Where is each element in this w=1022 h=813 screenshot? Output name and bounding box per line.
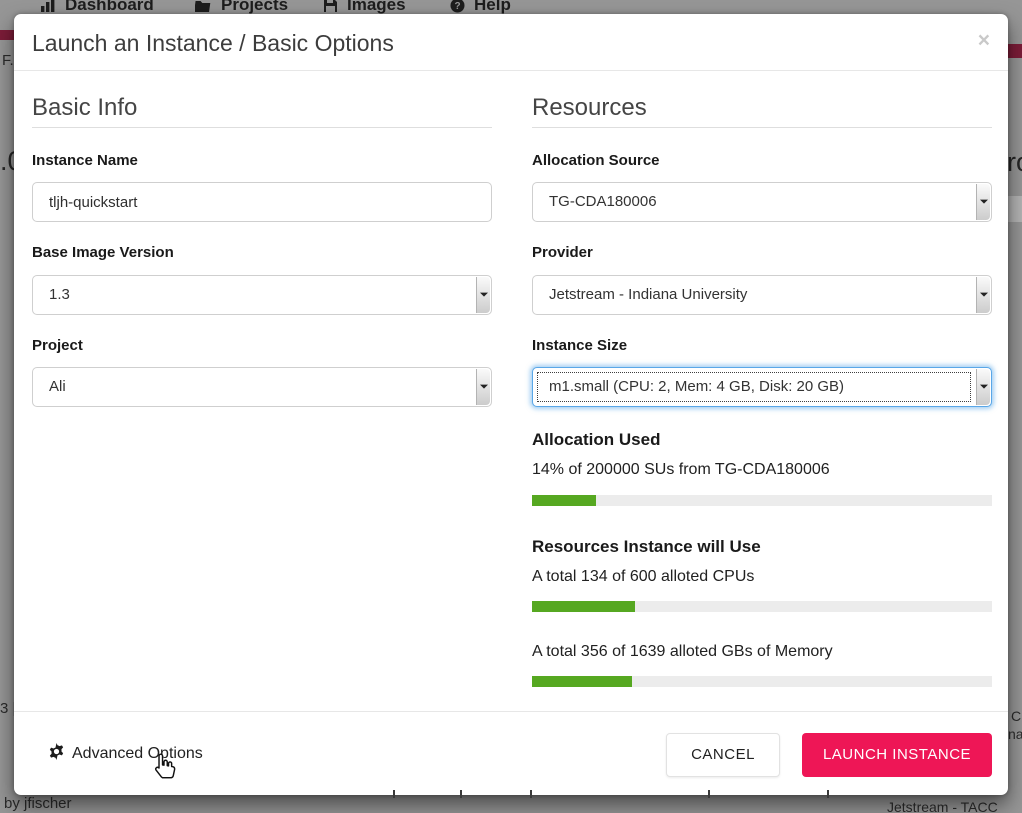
nav-item-dashboard[interactable]: Dashboard bbox=[40, 0, 154, 14]
instance-resources-heading: Resources Instance will Use bbox=[532, 537, 761, 557]
base-image-version-label: Base Image Version bbox=[32, 244, 174, 261]
cursor-pointer-icon bbox=[152, 751, 177, 786]
nav-label: Dashboard bbox=[65, 0, 154, 14]
background-text-fragment: ro bbox=[1007, 147, 1022, 178]
instance-size-select[interactable]: m1.small (CPU: 2, Mem: 4 GB, Disk: 20 GB… bbox=[532, 367, 992, 407]
launch-instance-button[interactable]: LAUNCH INSTANCE bbox=[802, 733, 992, 777]
chevron-down-icon bbox=[976, 369, 990, 405]
instance-size-label: Instance Size bbox=[532, 337, 627, 354]
selected-value: TG-CDA180006 bbox=[549, 183, 969, 221]
selected-value: Jetstream - Indiana University bbox=[549, 276, 969, 314]
advanced-options-link[interactable]: Advanced Options bbox=[48, 743, 203, 765]
background-text-tick bbox=[460, 790, 462, 798]
nav-label: Projects bbox=[221, 0, 288, 14]
resources-heading: Resources bbox=[532, 94, 647, 122]
cpu-usage-progress bbox=[532, 601, 992, 612]
project-select[interactable]: Ali bbox=[32, 367, 492, 407]
advanced-options-label: Advanced Options bbox=[72, 745, 203, 763]
provider-label: Provider bbox=[532, 244, 593, 261]
instance-name-field-wrap bbox=[32, 182, 492, 222]
background-text-tick bbox=[708, 790, 710, 798]
modal-title: Launch an Instance / Basic Options bbox=[32, 30, 394, 57]
memory-usage-text: A total 356 of 1639 alloted GBs of Memor… bbox=[532, 643, 833, 661]
progress-fill bbox=[532, 676, 632, 687]
basic-info-heading: Basic Info bbox=[32, 94, 137, 122]
background-provider-label: Jetstream - TACC bbox=[887, 799, 998, 813]
nav-item-help[interactable]: ? Help bbox=[450, 0, 511, 14]
chevron-down-icon bbox=[476, 277, 490, 313]
progress-fill bbox=[532, 601, 635, 612]
allocation-source-label: Allocation Source bbox=[532, 152, 660, 169]
help-icon: ? bbox=[450, 0, 465, 13]
background-accent-bar-left bbox=[0, 30, 14, 40]
background-text-fragment: C bbox=[1011, 708, 1021, 724]
nav-label: Help bbox=[474, 0, 511, 14]
nav-item-images[interactable]: Images bbox=[323, 0, 406, 14]
chevron-down-icon bbox=[976, 184, 990, 220]
provider-select[interactable]: Jetstream - Indiana University bbox=[532, 275, 992, 315]
progress-fill bbox=[532, 495, 596, 506]
save-icon bbox=[323, 0, 338, 13]
background-accent-bar-right bbox=[1008, 44, 1022, 58]
selected-value: 1.3 bbox=[49, 276, 469, 314]
folder-icon bbox=[195, 0, 212, 13]
gear-icon bbox=[48, 743, 65, 765]
screen: Dashboard Projects Images ? Help F. .0 r… bbox=[0, 0, 1022, 813]
background-field-fragment bbox=[1008, 196, 1022, 222]
base-image-version-select[interactable]: 1.3 bbox=[32, 275, 492, 315]
background-navbar: Dashboard Projects Images ? Help bbox=[0, 0, 1022, 14]
cpu-usage-text: A total 134 of 600 alloted CPUs bbox=[532, 568, 754, 586]
chevron-down-icon bbox=[976, 277, 990, 313]
background-text-tick bbox=[827, 790, 829, 798]
background-byline: by jfischer bbox=[4, 795, 72, 812]
allocation-used-heading: Allocation Used bbox=[532, 430, 660, 450]
background-text-tick bbox=[530, 790, 532, 798]
bar-chart-icon bbox=[40, 0, 56, 13]
project-label: Project bbox=[32, 337, 83, 354]
nav-item-projects[interactable]: Projects bbox=[195, 0, 288, 14]
section-divider bbox=[532, 127, 992, 128]
footer-divider bbox=[14, 711, 1008, 712]
cancel-button[interactable]: CANCEL bbox=[666, 733, 780, 777]
allocation-used-text: 14% of 200000 SUs from TG-CDA180006 bbox=[532, 461, 830, 479]
allocation-used-progress bbox=[532, 495, 992, 506]
nav-label: Images bbox=[347, 0, 406, 14]
instance-name-input[interactable] bbox=[33, 183, 491, 221]
background-text-fragment: F. bbox=[2, 52, 14, 69]
background-text-fragment: na bbox=[1008, 726, 1022, 742]
launch-instance-modal: Launch an Instance / Basic Options × Bas… bbox=[14, 14, 1008, 795]
instance-name-label: Instance Name bbox=[32, 152, 138, 169]
selected-value: m1.small (CPU: 2, Mem: 4 GB, Disk: 20 GB… bbox=[549, 368, 969, 406]
header-divider bbox=[14, 70, 1008, 71]
selected-value: Ali bbox=[49, 368, 469, 406]
allocation-source-select[interactable]: TG-CDA180006 bbox=[532, 182, 992, 222]
memory-usage-progress bbox=[532, 676, 992, 687]
svg-text:?: ? bbox=[454, 1, 460, 12]
section-divider bbox=[32, 127, 492, 128]
chevron-down-icon bbox=[476, 369, 490, 405]
background-text-tick bbox=[393, 790, 395, 798]
close-icon[interactable]: × bbox=[978, 30, 990, 51]
